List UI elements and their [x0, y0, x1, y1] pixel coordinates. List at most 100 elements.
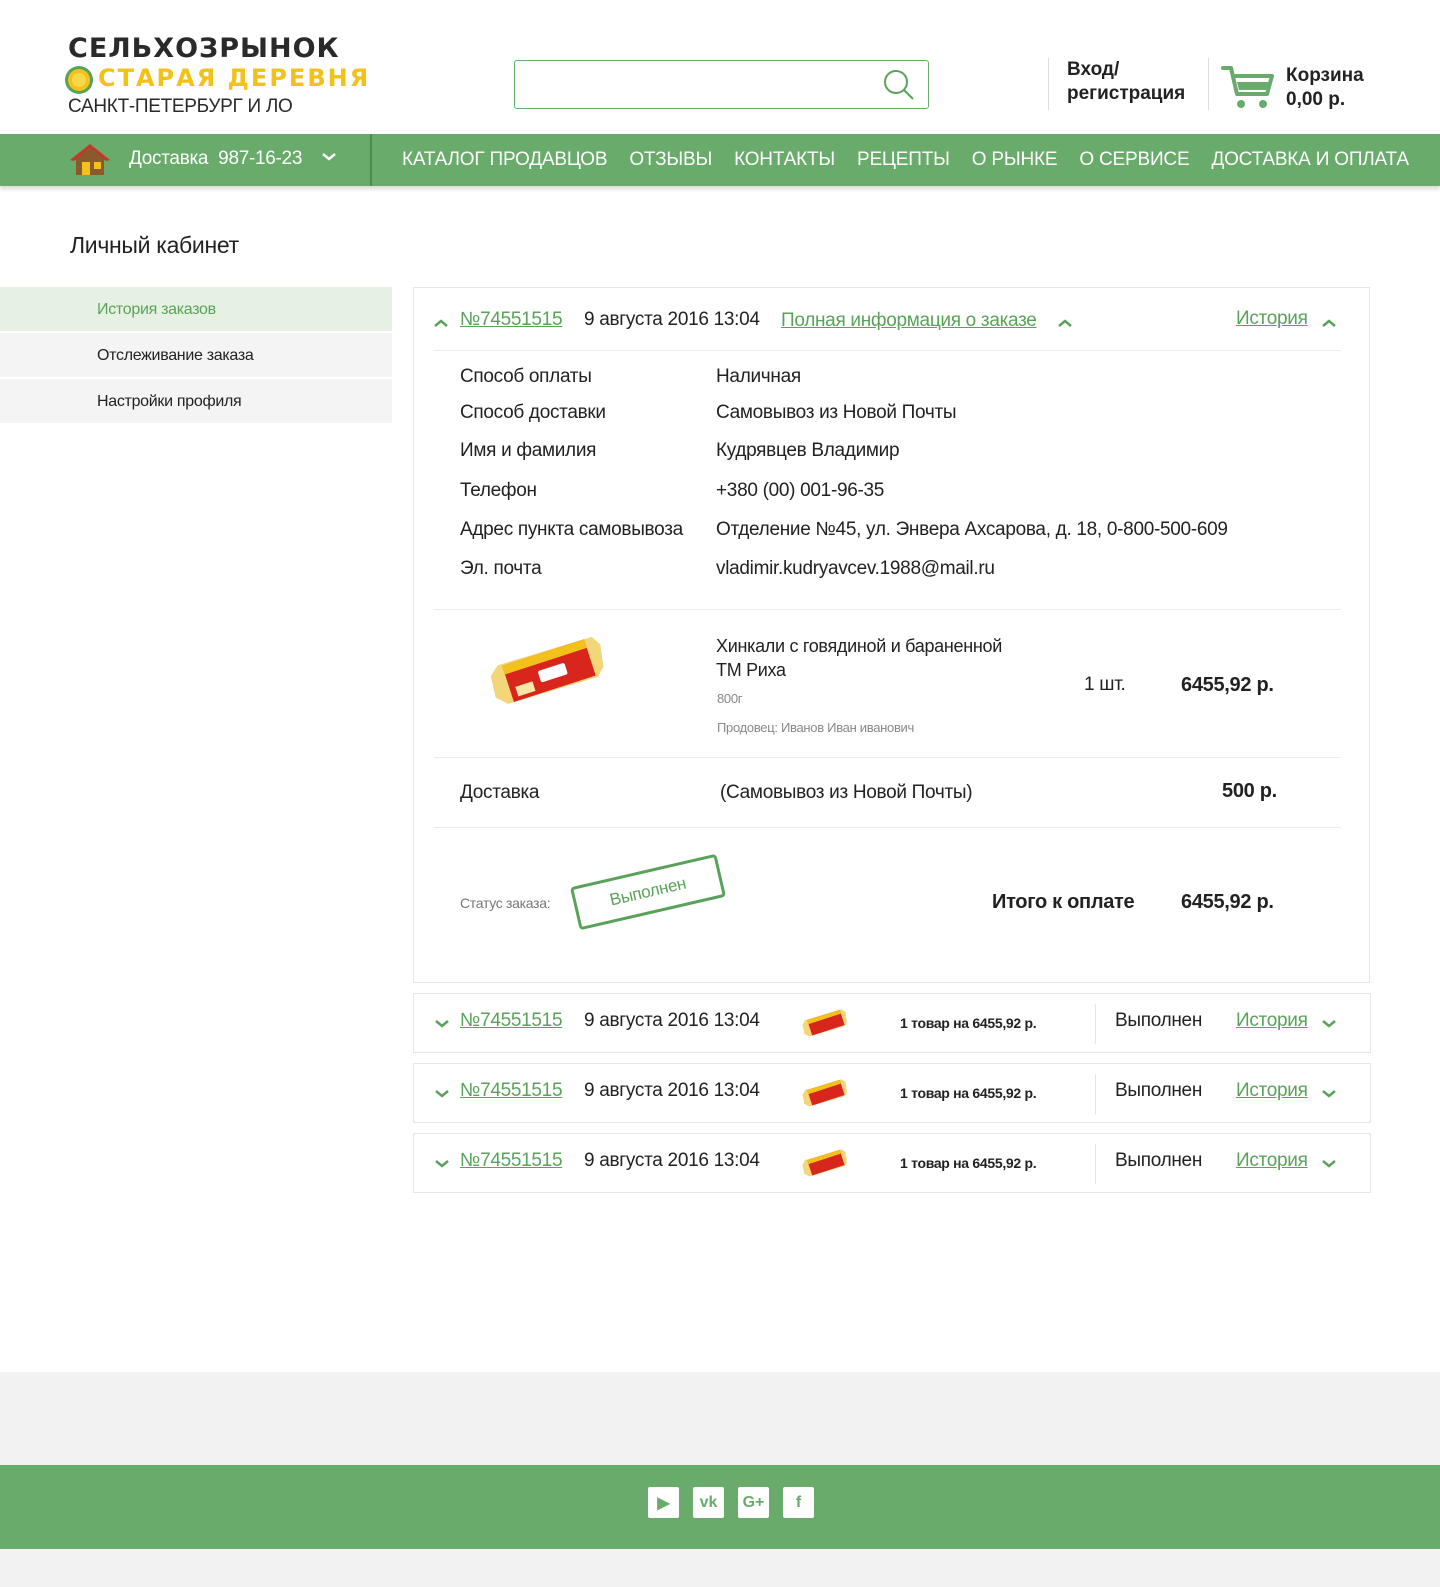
product-name[interactable]: Хинкали с говядиной и бараненной ТМ Риха — [716, 634, 1036, 682]
chevron-down-icon[interactable] — [1322, 1089, 1336, 1099]
nav-link-contacts[interactable]: КОНТАКТЫ — [734, 149, 835, 171]
order-date: 9 августа 2016 13:04 — [584, 1080, 760, 1101]
order-header: №74551515 9 августа 2016 13:04 Полная ин… — [434, 288, 1341, 351]
nav-link-catalog[interactable]: КАТАЛОГ ПРОДАВЦОВ — [402, 149, 608, 171]
sidebar-item-profile-settings[interactable]: Настройки профиля — [0, 379, 392, 425]
delivery-price: 500 р. — [1222, 780, 1277, 802]
page-title: Личный кабинет — [70, 232, 239, 258]
nav-link-delivery-payment[interactable]: ДОСТАВКА И ОПЛАТА — [1211, 149, 1409, 171]
chevron-down-icon[interactable] — [435, 1089, 449, 1099]
total-value: 6455,92 р. — [1181, 891, 1274, 913]
history-link[interactable]: История — [1236, 1010, 1308, 1032]
cart-widget[interactable]: Корзина 0,00 р. — [1208, 58, 1388, 110]
divider — [1095, 1144, 1096, 1184]
total-label: Итого к оплате — [992, 891, 1135, 913]
sidebar-item-order-history[interactable]: История заказов — [0, 287, 392, 333]
order-row[interactable]: №74551515 9 августа 2016 13:04 1 товар н… — [413, 1063, 1371, 1123]
sidebar-item-order-tracking[interactable]: Отслеживание заказа — [0, 333, 392, 379]
logo-region: САНКТ-ПЕТЕРБУРГ И ЛО — [68, 96, 293, 117]
order-summary: 1 товар на 6455,92 р. — [900, 1085, 1037, 1101]
footer-social-bar: ▶ vk G+ f — [0, 1465, 1440, 1549]
info-row-phone: Телефон +380 (00) 001-96-35 — [460, 480, 885, 501]
login-label: Вход/ — [1067, 59, 1120, 80]
order-info-table: Способ оплаты Наличная Способ доставки С… — [460, 366, 1320, 594]
product-weight: 800г — [717, 691, 743, 706]
order-status-stamp: Выполнен — [569, 853, 727, 931]
nav-links: КАТАЛОГ ПРОДАВЦОВ ОТЗЫВЫ КОНТАКТЫ РЕЦЕПТ… — [402, 134, 1409, 186]
history-link[interactable]: История — [1236, 1080, 1308, 1102]
house-icon — [70, 144, 110, 175]
youtube-icon[interactable]: ▶ — [648, 1487, 679, 1518]
history-link[interactable]: История — [1236, 1150, 1308, 1172]
register-label: регистрация — [1067, 83, 1186, 104]
chevron-down-icon[interactable] — [435, 1019, 449, 1029]
order-date: 9 августа 2016 13:04 — [584, 309, 760, 330]
search-icon[interactable] — [882, 68, 916, 102]
order-number-link[interactable]: №74551515 — [460, 1010, 563, 1032]
google-plus-icon[interactable]: G+ — [738, 1487, 769, 1518]
full-info-link[interactable]: Полная информация о заказе — [781, 310, 1037, 332]
nav-link-recipes[interactable]: РЕЦЕПТЫ — [857, 149, 950, 171]
footer-bottom — [0, 1549, 1440, 1587]
account-sidebar: История заказов Отслеживание заказа Наст… — [0, 287, 392, 425]
nav-link-reviews[interactable]: ОТЗЫВЫ — [629, 149, 712, 171]
product-price: 6455,92 р. — [1181, 674, 1274, 696]
divider — [434, 757, 1341, 758]
chevron-up-icon[interactable] — [1322, 318, 1336, 328]
order-row[interactable]: №74551515 9 августа 2016 13:04 1 товар н… — [413, 1133, 1371, 1193]
cart-label: Корзина — [1286, 65, 1364, 86]
divider — [434, 827, 1341, 828]
divider — [1095, 1074, 1096, 1114]
cart-total: 0,00 р. — [1286, 89, 1346, 110]
cart-text: Корзина 0,00 р. — [1286, 64, 1364, 112]
product-quantity: 1 шт. — [1084, 674, 1126, 695]
order-number-link[interactable]: №74551515 — [460, 1150, 563, 1172]
info-row-name: Имя и фамилия Кудрявцев Владимир — [460, 440, 900, 461]
logo-subtitle: СТАРАЯ ДЕРЕВНЯ — [64, 64, 370, 94]
divider — [1095, 1004, 1096, 1044]
main-nav: Доставка 987-16-23 КАТАЛОГ ПРОДАВЦОВ ОТЗ… — [0, 134, 1440, 186]
product-thumbnail — [802, 1009, 847, 1037]
search-field[interactable] — [514, 60, 929, 109]
delivery-phone: Доставка 987-16-23 — [129, 148, 303, 169]
site-header: СЕЛЬХОЗРЫНОК СТАРАЯ ДЕРЕВНЯ САНКТ-ПЕТЕРБ… — [0, 0, 1440, 133]
order-status-label: Статус заказа: — [460, 895, 551, 911]
order-date: 9 августа 2016 13:04 — [584, 1010, 760, 1031]
chevron-up-icon[interactable] — [434, 318, 448, 328]
order-number-link[interactable]: №74551515 — [460, 1080, 563, 1102]
order-summary: 1 товар на 6455,92 р. — [900, 1015, 1037, 1031]
order-summary: 1 товар на 6455,92 р. — [900, 1155, 1037, 1171]
chevron-down-icon[interactable] — [1322, 1159, 1336, 1169]
order-number-link[interactable]: №74551515 — [460, 309, 563, 331]
chevron-up-icon[interactable] — [1058, 318, 1072, 328]
chevron-down-icon[interactable] — [435, 1159, 449, 1169]
order-status: Выполнен — [1115, 1080, 1203, 1101]
logo-title: СЕЛЬХОЗРЫНОК — [68, 33, 340, 64]
chevron-down-icon[interactable] — [322, 152, 336, 162]
order-date: 9 августа 2016 13:04 — [584, 1150, 760, 1171]
facebook-icon[interactable]: f — [783, 1487, 814, 1518]
product-seller: Продовец: Иванов Иван иванович — [717, 720, 914, 735]
chevron-down-icon[interactable] — [1322, 1019, 1336, 1029]
nav-link-about-market[interactable]: О РЫНКЕ — [972, 149, 1058, 171]
product-thumbnail — [802, 1149, 847, 1177]
product-image[interactable] — [482, 630, 614, 712]
login-link[interactable]: Вход/ регистрация — [1048, 58, 1185, 110]
order-status: Выполнен — [1115, 1150, 1203, 1171]
info-row-pickup-address: Адрес пункта самовывоза Отделение №45, у… — [460, 519, 1228, 540]
order-status: Выполнен — [1115, 1010, 1203, 1031]
order-card-expanded: №74551515 9 августа 2016 13:04 Полная ин… — [413, 287, 1370, 983]
delivery-method: (Самовывоз из Новой Почты) — [720, 782, 973, 803]
order-row[interactable]: №74551515 9 августа 2016 13:04 1 товар н… — [413, 993, 1371, 1053]
info-row-delivery-method: Способ доставки Самовывоз из Новой Почты — [460, 402, 957, 423]
nav-link-about-service[interactable]: О СЕРВИСЕ — [1079, 149, 1189, 171]
site-logo[interactable]: СЕЛЬХОЗРЫНОК СТАРАЯ ДЕРЕВНЯ САНКТ-ПЕТЕРБ… — [65, 33, 370, 120]
footer-top — [0, 1372, 1440, 1465]
info-row-email: Эл. почта vladimir.kudryavcev.1988@mail.… — [460, 558, 995, 579]
vk-icon[interactable]: vk — [693, 1487, 724, 1518]
history-link[interactable]: История — [1236, 308, 1308, 330]
delivery-dropdown[interactable]: Доставка 987-16-23 — [70, 134, 372, 186]
search-input[interactable] — [525, 69, 865, 99]
delivery-label: Доставка — [460, 782, 540, 803]
product-thumbnail — [802, 1079, 847, 1107]
